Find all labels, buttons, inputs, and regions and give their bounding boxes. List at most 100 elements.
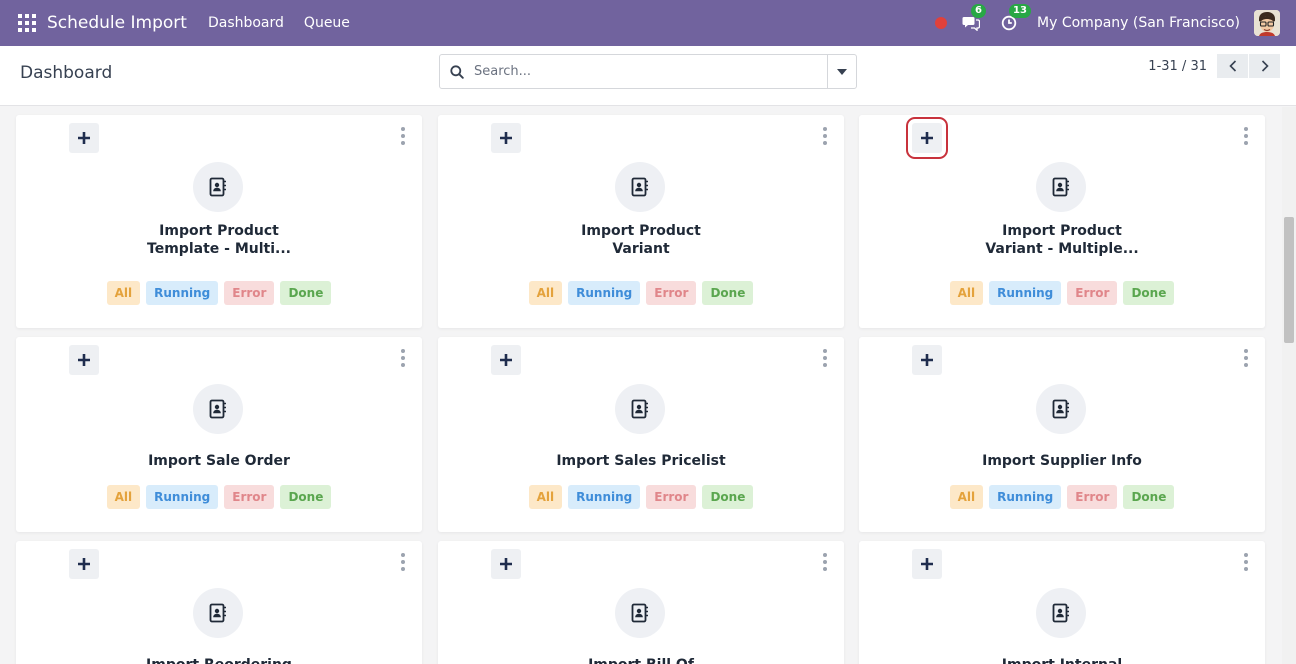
tag-done[interactable]: Done xyxy=(1123,281,1175,305)
tag-running[interactable]: Running xyxy=(146,281,219,305)
plus-icon xyxy=(921,354,933,366)
menu-dashboard[interactable]: Dashboard xyxy=(208,15,284,31)
tag-running[interactable]: Running xyxy=(989,281,1062,305)
user-avatar[interactable] xyxy=(1254,10,1280,36)
tag-all[interactable]: All xyxy=(949,281,984,305)
add-schedule-button[interactable] xyxy=(906,117,948,159)
tag-error[interactable]: Error xyxy=(646,281,697,305)
plus-icon xyxy=(500,354,512,366)
add-schedule-button[interactable] xyxy=(912,549,942,579)
card-title-line: Import Internal xyxy=(899,656,1225,664)
tag-done[interactable]: Done xyxy=(280,281,332,305)
card-title[interactable]: Import Supplier Info xyxy=(899,452,1225,470)
add-schedule-button[interactable] xyxy=(491,123,521,153)
tag-error[interactable]: Error xyxy=(224,281,275,305)
card-title-line: Variant xyxy=(612,241,670,257)
contact-book-icon xyxy=(1036,162,1086,212)
kanban-card: Import Sales Pricelist All Running Error Don… xyxy=(438,337,844,532)
card-title-line: Import Product xyxy=(581,223,701,239)
pager-previous-button[interactable] xyxy=(1217,54,1248,78)
card-title[interactable]: Import Sale Order xyxy=(56,452,382,470)
add-schedule-button[interactable] xyxy=(491,549,521,579)
card-menu-icon[interactable] xyxy=(1241,553,1251,571)
tag-running[interactable]: Running xyxy=(568,485,641,509)
card-title[interactable]: Import Product Variant - Multiple... xyxy=(899,222,1225,258)
card-title-line: Variant - Multiple... xyxy=(985,241,1139,257)
contact-book-icon xyxy=(615,588,665,638)
tag-done[interactable]: Done xyxy=(1123,485,1175,509)
kanban-card: Import Sale Order All Running Error Done xyxy=(16,337,422,532)
chevron-left-icon xyxy=(1228,60,1236,72)
tag-error[interactable]: Error xyxy=(224,485,275,509)
add-schedule-button[interactable] xyxy=(69,549,99,579)
card-menu-icon[interactable] xyxy=(398,127,408,145)
card-menu-icon[interactable] xyxy=(398,553,408,571)
plus-icon xyxy=(78,558,90,570)
card-title[interactable]: Import Reordering xyxy=(56,656,382,664)
contact-book-icon xyxy=(615,162,665,212)
tag-running[interactable]: Running xyxy=(146,485,219,509)
status-filter-tags: All Running Error Done xyxy=(16,485,422,509)
tag-error[interactable]: Error xyxy=(646,485,697,509)
tag-running[interactable]: Running xyxy=(989,485,1062,509)
tag-running[interactable]: Running xyxy=(568,281,641,305)
tag-all[interactable]: All xyxy=(528,281,563,305)
scrollbar[interactable] xyxy=(1282,107,1296,664)
plus-icon xyxy=(500,558,512,570)
card-title-line: Template - Multi... xyxy=(147,241,291,257)
card-title[interactable]: Import Internal xyxy=(899,656,1225,664)
card-title[interactable]: Import Bill Of xyxy=(478,656,804,664)
page-title: Dashboard xyxy=(20,63,113,83)
app-title[interactable]: Schedule Import xyxy=(47,13,187,33)
tag-all[interactable]: All xyxy=(949,485,984,509)
scrollbar-thumb[interactable] xyxy=(1284,217,1294,343)
search-box xyxy=(439,54,857,89)
messages-button[interactable]: 6 xyxy=(961,4,986,33)
status-filter-tags: All Running Error Done xyxy=(438,485,844,509)
recording-dot-icon[interactable] xyxy=(935,17,948,29)
card-title[interactable]: Import Product Variant xyxy=(478,222,804,258)
control-panel: Dashboard 1-31 / 31 xyxy=(0,46,1296,106)
pager-value[interactable]: 1-31 / 31 xyxy=(1148,59,1207,74)
card-menu-icon[interactable] xyxy=(1241,349,1251,367)
search-icon xyxy=(440,55,474,88)
card-menu-icon[interactable] xyxy=(1241,127,1251,145)
add-schedule-button[interactable] xyxy=(491,345,521,375)
kanban-card: Import Supplier Info All Running Error Done xyxy=(859,337,1265,532)
card-title[interactable]: Import Sales Pricelist xyxy=(478,452,804,470)
tag-all[interactable]: All xyxy=(528,485,563,509)
card-menu-icon[interactable] xyxy=(398,349,408,367)
card-menu-icon[interactable] xyxy=(820,349,830,367)
status-filter-tags: All Running Error Done xyxy=(859,281,1265,305)
tag-all[interactable]: All xyxy=(106,485,141,509)
activities-button[interactable]: 13 xyxy=(999,4,1031,33)
card-title[interactable]: Import Product Template - Multi... xyxy=(56,222,382,258)
kanban-card: Import Product Template - Multi... All Runn… xyxy=(16,115,422,328)
card-menu-icon[interactable] xyxy=(820,553,830,571)
tag-done[interactable]: Done xyxy=(702,281,754,305)
status-filter-tags: All Running Error Done xyxy=(859,485,1265,509)
search-options-toggle[interactable] xyxy=(827,55,856,88)
tag-error[interactable]: Error xyxy=(1067,485,1118,509)
kanban-card: Import Reordering xyxy=(16,541,422,664)
card-menu-icon[interactable] xyxy=(820,127,830,145)
apps-grid-icon[interactable] xyxy=(18,14,36,32)
tag-error[interactable]: Error xyxy=(1067,281,1118,305)
contact-book-icon xyxy=(193,162,243,212)
card-title-line: Import Product xyxy=(1002,223,1122,239)
tag-done[interactable]: Done xyxy=(702,485,754,509)
messages-badge: 6 xyxy=(971,4,986,18)
pager-next-button[interactable] xyxy=(1249,54,1280,78)
menu-queue[interactable]: Queue xyxy=(304,15,350,31)
add-schedule-button[interactable] xyxy=(912,345,942,375)
contact-book-icon xyxy=(615,384,665,434)
tag-all[interactable]: All xyxy=(106,281,141,305)
tag-done[interactable]: Done xyxy=(280,485,332,509)
add-schedule-button[interactable] xyxy=(69,345,99,375)
caret-down-icon xyxy=(837,68,847,75)
add-schedule-button[interactable] xyxy=(69,123,99,153)
plus-icon xyxy=(78,354,90,366)
plus-icon xyxy=(921,558,933,570)
search-input[interactable] xyxy=(474,56,827,87)
company-switcher[interactable]: My Company (San Francisco) xyxy=(1037,15,1240,31)
